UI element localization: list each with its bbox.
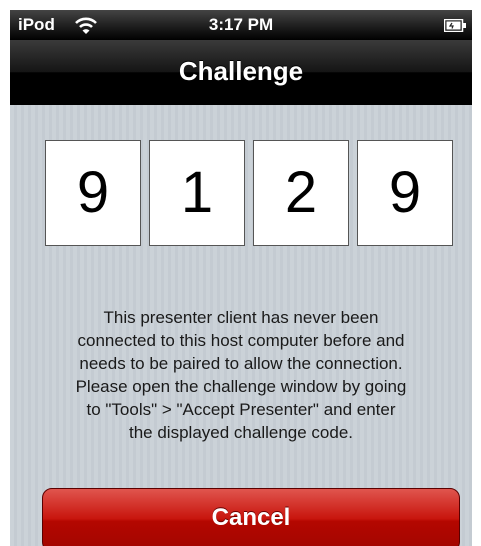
- challenge-digit-4: 9: [357, 140, 453, 246]
- instruction-line: connected to this host computer before a…: [77, 331, 405, 350]
- status-bar: iPod 3:17 PM: [10, 10, 472, 40]
- cancel-button[interactable]: Cancel: [42, 488, 460, 546]
- instruction-line: This presenter client has never been: [103, 308, 379, 327]
- device-screen: iPod 3:17 PM Challenge 9 1 2 9 This pres…: [10, 10, 472, 546]
- battery-icon: [444, 19, 466, 32]
- instruction-line: Please open the challenge window by goin…: [75, 377, 407, 396]
- instruction-line: to "Tools" > "Accept Presenter" and ente…: [86, 400, 396, 419]
- challenge-digit-2: 1: [149, 140, 245, 246]
- challenge-content: 9 1 2 9 This presenter client has never …: [10, 105, 472, 546]
- challenge-digit-3: 2: [253, 140, 349, 246]
- page-title: Challenge: [178, 56, 304, 86]
- navigation-bar: Challenge: [10, 40, 472, 105]
- status-time: 3:17 PM: [208, 15, 274, 34]
- instruction-line: needs to be paired to allow the connecti…: [79, 354, 403, 373]
- challenge-digit-1: 9: [45, 140, 141, 246]
- pairing-instructions: This presenter client has never been con…: [36, 306, 446, 444]
- instruction-line: the displayed challenge code.: [129, 423, 353, 442]
